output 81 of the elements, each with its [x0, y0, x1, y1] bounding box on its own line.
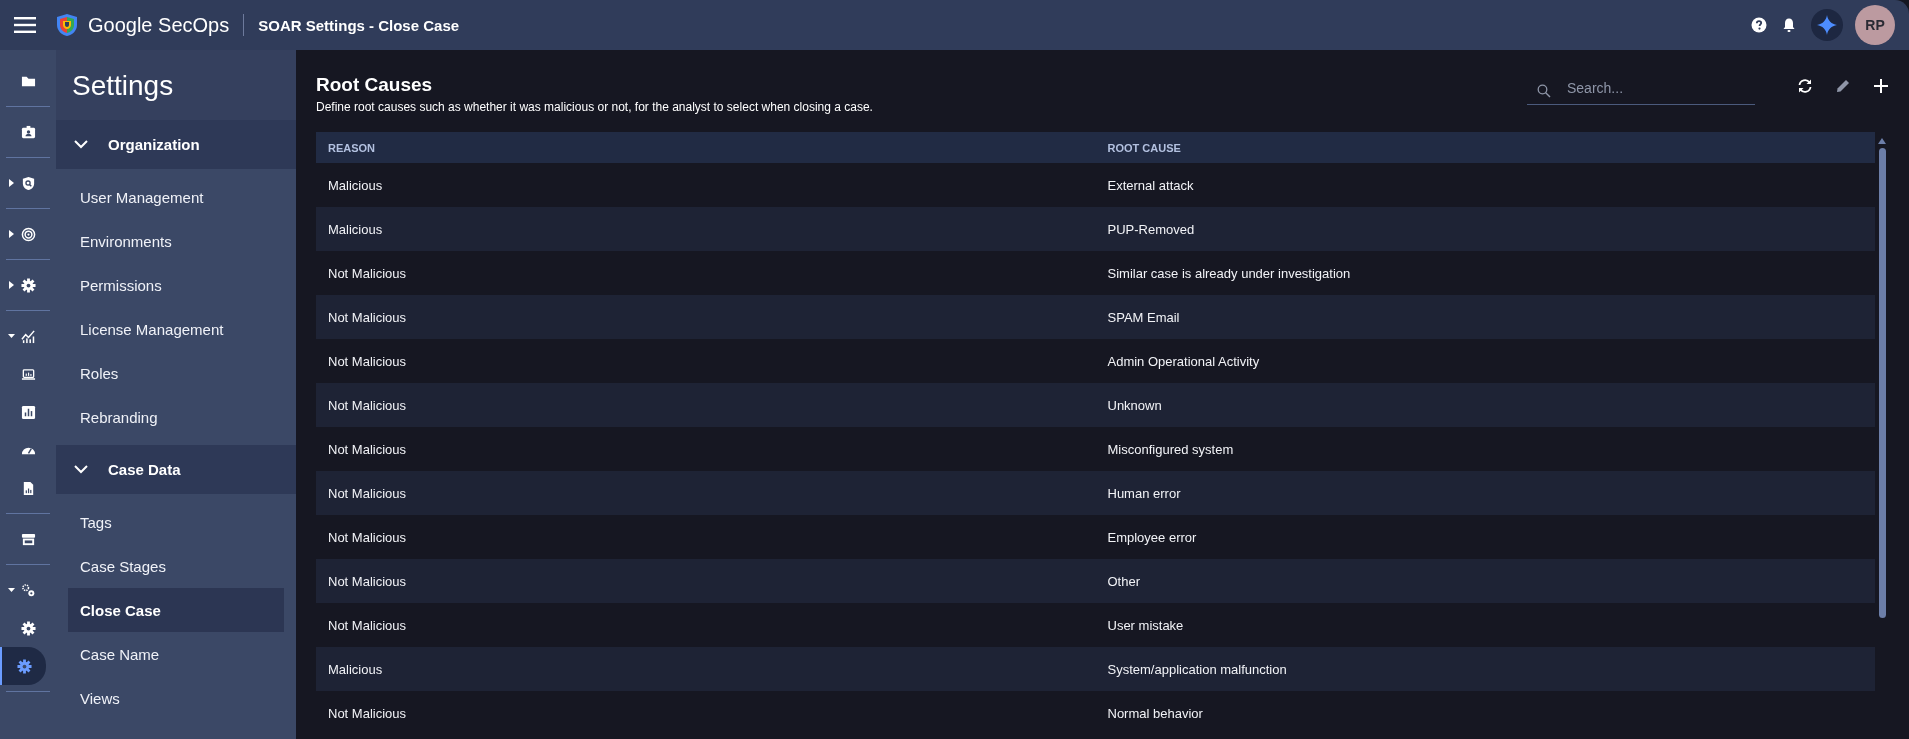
- scroll-up-icon[interactable]: [1878, 138, 1886, 144]
- sparkle-icon: [1817, 15, 1837, 35]
- table-cell-text: Misconfigured system: [1106, 441, 1235, 457]
- table-cell-text: Employee error: [1106, 529, 1198, 545]
- caret-right-icon[interactable]: [8, 230, 15, 238]
- line-chart-icon: [20, 328, 36, 344]
- gear-icon: [20, 620, 36, 636]
- table-cell-text: Other: [1106, 573, 1141, 589]
- chevron-down-icon: [74, 140, 88, 149]
- sidebar-item[interactable]: Permissions: [68, 263, 284, 307]
- user-avatar[interactable]: RP: [1855, 5, 1895, 45]
- table-cell-text: SPAM Email: [1106, 309, 1181, 325]
- table-cell-text: Not Malicious: [327, 529, 408, 545]
- gear-icon: [20, 277, 36, 293]
- laptop-icon: [20, 366, 36, 382]
- sidebar-item[interactable]: Close Case: [68, 588, 284, 632]
- gemini-button[interactable]: [1811, 9, 1843, 41]
- sidebar-item[interactable]: Case Stages: [68, 544, 284, 588]
- bell-icon[interactable]: [1781, 17, 1797, 33]
- table-cell-text: Not Malicious: [327, 485, 408, 501]
- table-cell-text: Similar case is already under investigation: [1106, 265, 1352, 281]
- table-cell-text: Admin Operational Activity: [1106, 353, 1261, 369]
- column-header[interactable]: ROOT CAUSE: [1095, 141, 1875, 154]
- section-header[interactable]: Case Data: [56, 445, 296, 494]
- menu-icon[interactable]: [14, 17, 36, 33]
- nav-rail-item[interactable]: [0, 647, 46, 685]
- table-cell-text: User mistake: [1106, 617, 1185, 633]
- gear-icon: [16, 658, 32, 674]
- table-cell-text: Unknown: [1106, 397, 1163, 413]
- caret-right-icon[interactable]: [8, 179, 15, 187]
- caret-right-icon[interactable]: [8, 281, 15, 289]
- scrollbar-thumb[interactable]: [1878, 148, 1886, 618]
- table-cell-text: Not Malicious: [327, 309, 408, 325]
- table-cell-text: Malicious: [327, 177, 384, 193]
- table-cell-text: System/application malfunction: [1106, 661, 1288, 677]
- page-title: SOAR Settings - Close Case: [258, 16, 460, 34]
- chevron-down-icon: [74, 465, 88, 474]
- table-cell-text: Malicious: [327, 661, 384, 677]
- table-cell-text: PUP-Removed: [1106, 221, 1196, 237]
- sidebar-item[interactable]: Rebranding: [68, 395, 284, 439]
- table-cell-text: Not Malicious: [327, 573, 408, 589]
- search-field[interactable]: Search...: [1527, 74, 1755, 105]
- table-cell-text: Not Malicious: [327, 705, 408, 721]
- pencil-icon[interactable]: [1835, 78, 1851, 94]
- sidebar-item[interactable]: Views: [68, 676, 284, 720]
- table-cell-text: Human error: [1106, 485, 1182, 501]
- table-cell-text: Malicious: [327, 221, 384, 237]
- table-cell-text: Normal behavior: [1106, 705, 1204, 721]
- id-badge-icon: [20, 124, 36, 140]
- section-label: Organization: [108, 136, 200, 153]
- section-label: Case Data: [108, 461, 181, 478]
- sidebar-item[interactable]: Roles: [68, 351, 284, 395]
- refresh-icon[interactable]: [1797, 78, 1813, 94]
- add-icon[interactable]: [1873, 78, 1889, 94]
- table-cell-text: Not Malicious: [327, 397, 408, 413]
- shield-logo-icon: [56, 13, 78, 37]
- caret-down-icon[interactable]: [8, 586, 15, 594]
- section-header[interactable]: Organization: [56, 120, 296, 169]
- radar-icon: [20, 226, 36, 242]
- sidebar-item[interactable]: Case Name: [68, 632, 284, 676]
- section-description: Define root causes such as whether it was malicious or not, for the analyst to select when closing a case.: [316, 100, 874, 114]
- shield-search-icon: [20, 175, 36, 191]
- sidebar-item[interactable]: Environments: [68, 219, 284, 263]
- table-cell-text: External attack: [1106, 177, 1195, 193]
- table-cell-text: Not Malicious: [327, 265, 408, 281]
- section-title: Root Causes: [316, 74, 434, 96]
- table-cell-text: Not Malicious: [327, 441, 408, 457]
- storefront-icon: [20, 531, 36, 547]
- sidebar-title: Settings: [56, 50, 296, 120]
- sidebar-item[interactable]: User Management: [68, 175, 284, 219]
- bar-chart-icon: [20, 404, 36, 420]
- column-header[interactable]: REASON: [316, 141, 1096, 154]
- search-icon: [1537, 84, 1551, 98]
- gears-icon: [20, 582, 36, 598]
- table-cell-text: Not Malicious: [327, 353, 408, 369]
- sidebar-item[interactable]: License Management: [68, 307, 284, 351]
- help-icon[interactable]: [1751, 17, 1767, 33]
- table-cell-text: Not Malicious: [327, 617, 408, 633]
- brand-name: Google SecOps: [88, 13, 230, 37]
- sidebar-item[interactable]: Tags: [68, 500, 284, 544]
- caret-down-icon[interactable]: [8, 332, 15, 340]
